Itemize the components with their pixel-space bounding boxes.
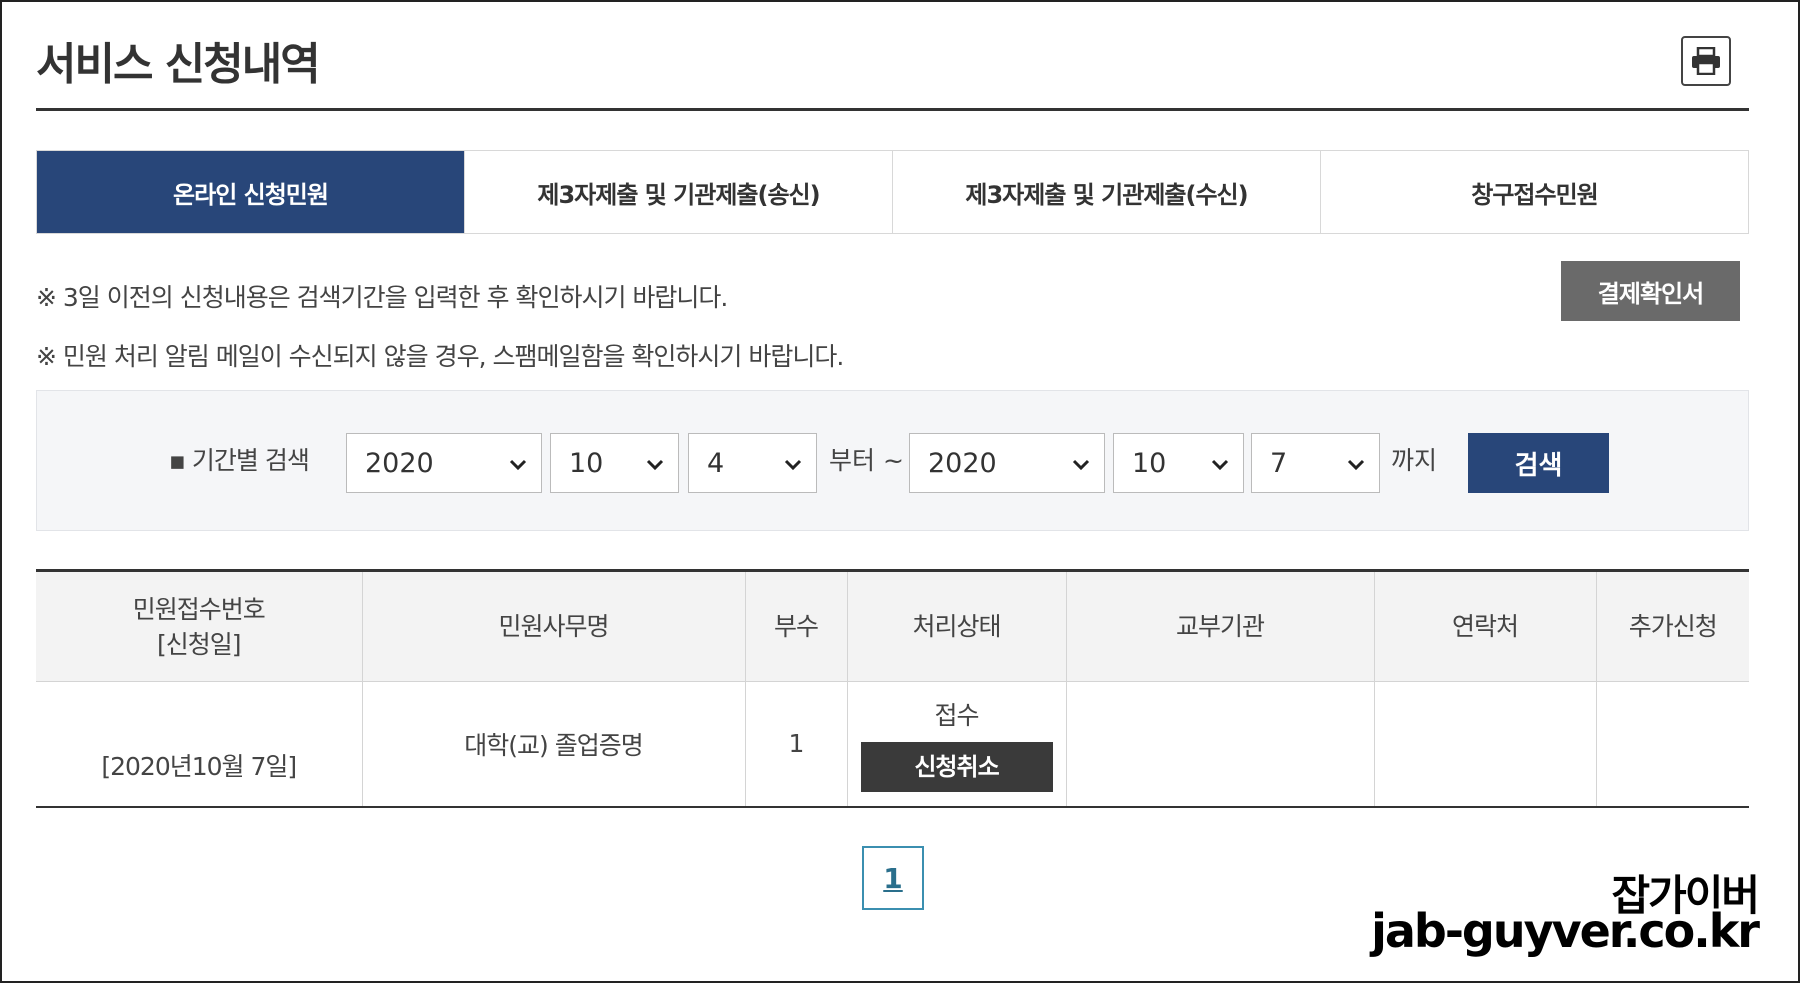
from-year-value: 2020 [365,447,434,479]
to-year-value: 2020 [928,447,997,479]
to-year-select[interactable]: 2020 [909,433,1105,493]
tab-third-party-received[interactable]: 제3자제출 및 기관제출(수신) [892,151,1320,233]
page-title: 서비스 신청내역 [36,39,321,90]
from-day-value: 4 [707,447,725,479]
printer-icon [1692,47,1720,75]
cell-receipt-date: [2020년10월 7일] [36,681,362,808]
table-row: [2020년10월 7일] 대학(교) 졸업증명 1 접수 신청취소 [36,681,1749,808]
to-text: 까지 [1391,446,1438,475]
chevron-down-icon [1072,459,1090,471]
print-button[interactable] [1681,36,1731,86]
chevron-down-icon [784,459,802,471]
payment-confirmation-button[interactable]: 결제확인서 [1561,261,1740,321]
status-text: 접수 [934,700,979,730]
header-extra: 추가신청 [1595,569,1749,682]
tab-counter-application[interactable]: 창구접수민원 [1320,151,1748,233]
header-receipt-no-label: 민원접수번호 [132,594,266,624]
cell-name: 대학(교) 졸업증명 [361,681,745,808]
cell-agency [1065,681,1374,808]
notice-search-period: ※ 3일 이전의 신청내용은 검색기간을 입력한 후 확인하시기 바랍니다. [36,283,728,312]
watermark-url: jab-guyver.co.kr [1371,904,1760,958]
header-status: 처리상태 [846,569,1066,682]
tab-bar: 온라인 신청민원 제3자제출 및 기관제출(송신) 제3자제출 및 기관제출(수… [36,150,1749,234]
cancel-application-button[interactable]: 신청취소 [860,741,1053,792]
header-copies: 부수 [744,569,847,682]
from-month-value: 10 [569,447,604,479]
header-name: 민원사무명 [361,569,745,682]
header-receipt-date-label: [신청일] [156,629,242,659]
cell-copies: 1 [744,681,847,808]
application-table: 민원접수번호 [신청일] 민원사무명 부수 처리상태 교부기관 연락처 추가신청… [36,569,1749,808]
cell-contact [1373,681,1596,808]
to-month-select[interactable]: 10 [1113,433,1244,493]
from-year-select[interactable]: 2020 [346,433,542,493]
search-button[interactable]: 검색 [1468,433,1609,493]
header-receipt-no: 민원접수번호 [신청일] [36,569,362,682]
from-text: 부터 ~ [829,446,904,475]
header-contact: 연락처 [1373,569,1596,682]
chevron-down-icon [1211,459,1229,471]
from-day-select[interactable]: 4 [688,433,817,493]
period-search-label: ▪ 기간별 검색 [169,446,310,475]
period-search-box: ▪ 기간별 검색 2020 10 4 부터 ~ 2020 10 7 까지 검색 [36,390,1749,531]
chevron-down-icon [509,459,527,471]
table-header-row: 민원접수번호 [신청일] 민원사무명 부수 처리상태 교부기관 연락처 추가신청 [36,569,1749,682]
chevron-down-icon [1347,459,1365,471]
cell-status: 접수 신청취소 [846,681,1066,808]
tab-online-application[interactable]: 온라인 신청민원 [37,151,464,233]
tab-third-party-sent[interactable]: 제3자제출 및 기관제출(송신) [464,151,892,233]
notice-spam-mail: ※ 민원 처리 알림 메일이 수신되지 않을 경우, 스팸메일함을 확인하시기 … [36,342,844,371]
title-divider [36,108,1749,111]
to-month-value: 10 [1132,447,1167,479]
to-day-value: 7 [1270,447,1288,479]
chevron-down-icon [646,459,664,471]
to-day-select[interactable]: 7 [1251,433,1380,493]
from-month-select[interactable]: 10 [550,433,679,493]
pagination-page-1[interactable]: 1 [862,846,924,910]
header-agency: 교부기관 [1065,569,1374,682]
cell-extra [1595,681,1749,808]
